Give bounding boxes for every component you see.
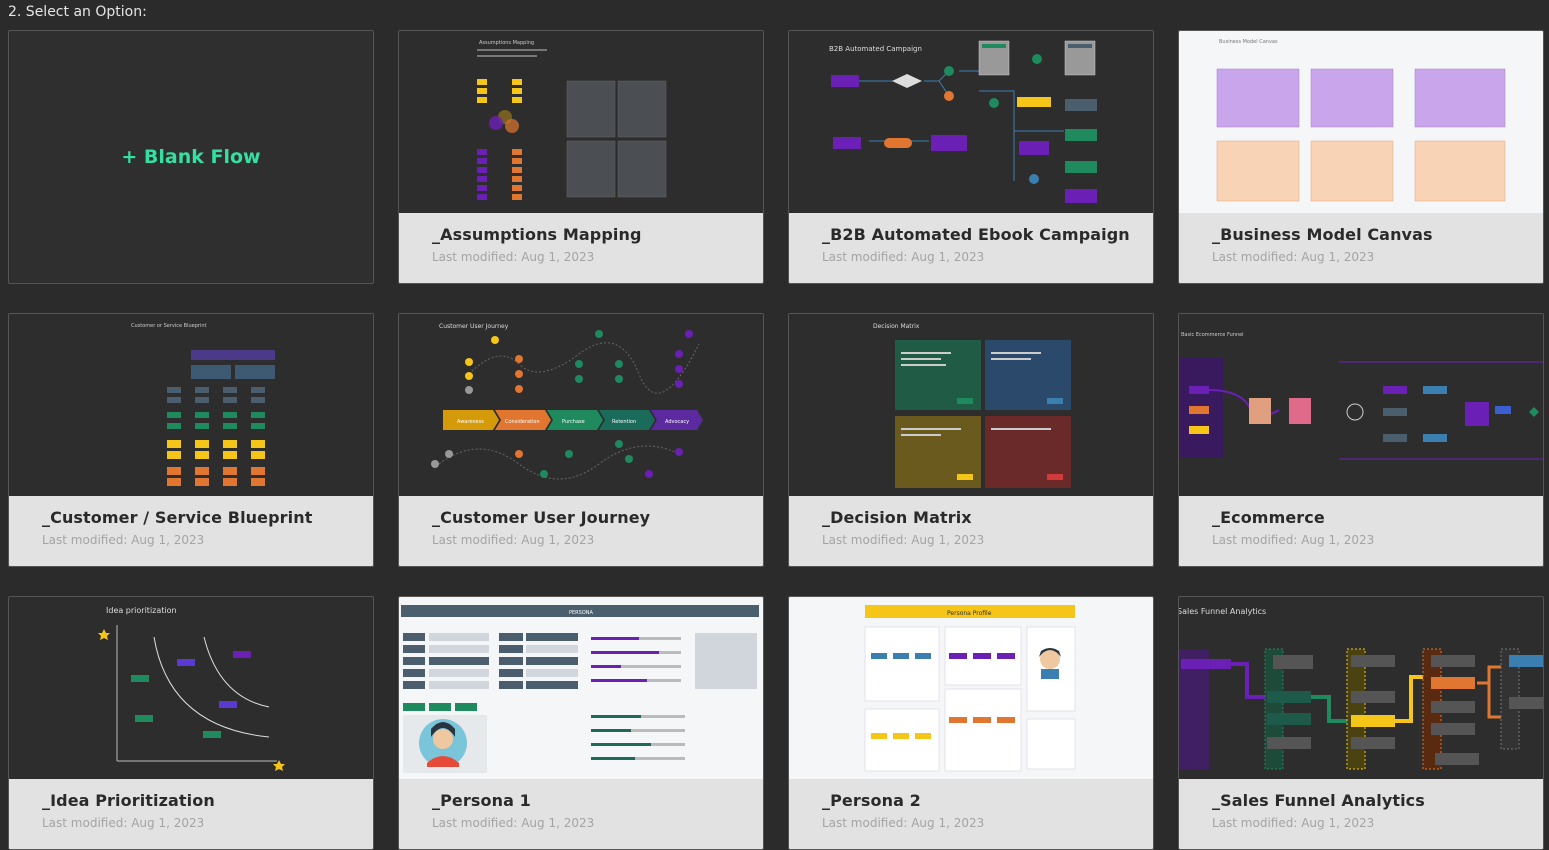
last-modified: Last modified: Aug 1, 2023 xyxy=(1212,250,1375,264)
template-name: _Decision Matrix xyxy=(822,508,972,527)
template-card-customer-service-blueprint[interactable]: Customer or Service Blueprint _Customer … xyxy=(8,313,374,567)
template-grid: + Blank Flow Assumptions Mapping _Assump… xyxy=(8,30,1544,850)
thumb-title: Customer User Journey xyxy=(439,323,509,330)
template-name: _Assumptions Mapping xyxy=(432,225,642,244)
thumb-title: Persona Profile xyxy=(947,610,992,617)
thumb-title: Idea prioritization xyxy=(106,606,177,615)
template-thumbnail: Business Model Canvas xyxy=(1179,31,1543,213)
template-name: _Customer / Service Blueprint xyxy=(42,508,313,527)
thumb-title: Basic Ecommerce Funnel xyxy=(1181,332,1244,338)
template-card-assumptions-mapping[interactable]: Assumptions Mapping _Assumptions Mapping… xyxy=(398,30,764,284)
journey-stage: Consideration xyxy=(505,419,540,425)
last-modified: Last modified: Aug 1, 2023 xyxy=(42,816,205,830)
blank-flow-label: + Blank Flow xyxy=(121,146,261,168)
section-title: 2. Select an Option: xyxy=(8,4,147,20)
template-card-b2b-ebook-campaign[interactable]: B2B Automated Campaign _B2B Automated Eb… xyxy=(788,30,1154,284)
template-card-idea-prioritization[interactable]: Idea prioritization _Idea Prioritization… xyxy=(8,596,374,850)
template-name: _B2B Automated Ebook Campaign xyxy=(822,225,1130,244)
template-name: _Customer User Journey xyxy=(432,508,651,527)
template-card-customer-user-journey[interactable]: Customer User Journey Awareness Consider… xyxy=(398,313,764,567)
template-thumbnail: Customer User Journey Awareness Consider… xyxy=(399,314,763,496)
template-name: _Sales Funnel Analytics xyxy=(1212,791,1425,810)
template-card-sales-funnel-analytics[interactable]: Sales Funnel Analytics _Sales Funnel Ana… xyxy=(1178,596,1544,850)
thumb-title: B2B Automated Campaign xyxy=(829,45,922,53)
template-card-persona-2[interactable]: Persona Profile _Persona 2 Last modified… xyxy=(788,596,1154,850)
template-card-ecommerce[interactable]: Basic Ecommerce Funnel _Ecommerce Last m… xyxy=(1178,313,1544,567)
template-name: _Idea Prioritization xyxy=(42,791,215,810)
template-thumbnail: Assumptions Mapping xyxy=(399,31,763,213)
template-card-business-model-canvas[interactable]: Business Model Canvas _Business Model Ca… xyxy=(1178,30,1544,284)
journey-stage: Advocacy xyxy=(665,419,689,425)
template-name: _Persona 1 xyxy=(432,791,531,810)
template-card-decision-matrix[interactable]: Decision Matrix _Decision Matrix Last mo… xyxy=(788,313,1154,567)
last-modified: Last modified: Aug 1, 2023 xyxy=(42,533,205,547)
template-thumbnail: Idea prioritization xyxy=(9,597,373,779)
last-modified: Last modified: Aug 1, 2023 xyxy=(1212,816,1375,830)
template-thumbnail: Sales Funnel Analytics xyxy=(1179,597,1543,779)
last-modified: Last modified: Aug 1, 2023 xyxy=(822,250,985,264)
thumb-title: Customer or Service Blueprint xyxy=(131,323,207,329)
template-thumbnail: Customer or Service Blueprint xyxy=(9,314,373,496)
template-thumbnail: Decision Matrix xyxy=(789,314,1153,496)
template-name: _Business Model Canvas xyxy=(1212,225,1433,244)
blank-flow-card[interactable]: + Blank Flow xyxy=(8,30,374,284)
thumb-title: Sales Funnel Analytics xyxy=(1179,607,1266,616)
thumb-title: Decision Matrix xyxy=(873,323,920,330)
last-modified: Last modified: Aug 1, 2023 xyxy=(432,533,595,547)
last-modified: Last modified: Aug 1, 2023 xyxy=(432,250,595,264)
template-card-persona-1[interactable]: PERSONA _Persona 1 Last modified: Aug 1,… xyxy=(398,596,764,850)
last-modified: Last modified: Aug 1, 2023 xyxy=(822,816,985,830)
thumb-title: PERSONA xyxy=(569,610,593,616)
thumb-title: Business Model Canvas xyxy=(1219,39,1278,45)
template-thumbnail: Basic Ecommerce Funnel xyxy=(1179,314,1543,496)
template-thumbnail: B2B Automated Campaign xyxy=(789,31,1153,213)
journey-stage: Awareness xyxy=(457,419,484,425)
thumb-title: Assumptions Mapping xyxy=(479,40,534,46)
journey-stage: Purchase xyxy=(562,419,585,425)
last-modified: Last modified: Aug 1, 2023 xyxy=(1212,533,1375,547)
template-name: _Ecommerce xyxy=(1212,508,1325,527)
template-name: _Persona 2 xyxy=(822,791,921,810)
template-thumbnail: PERSONA xyxy=(399,597,763,779)
journey-stage: Retention xyxy=(612,419,636,425)
last-modified: Last modified: Aug 1, 2023 xyxy=(822,533,985,547)
last-modified: Last modified: Aug 1, 2023 xyxy=(432,816,595,830)
template-thumbnail: Persona Profile xyxy=(789,597,1153,779)
